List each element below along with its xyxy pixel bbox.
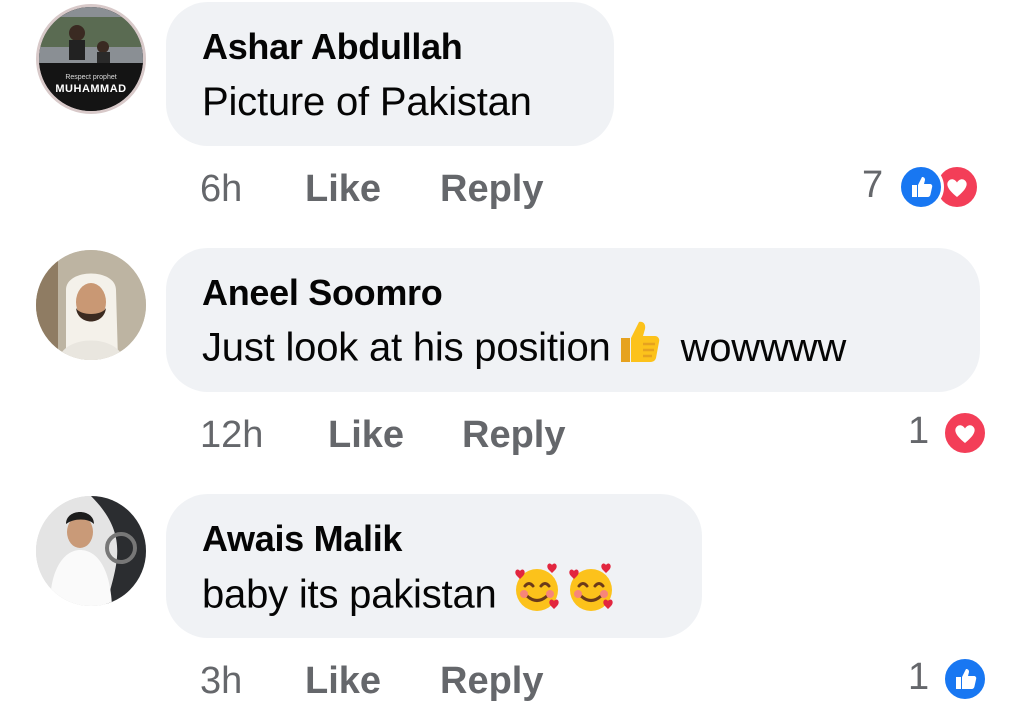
- love-icon: [942, 410, 988, 456]
- avatar-caption-large: MUHAMMAD: [55, 83, 127, 95]
- avatar-image: [36, 496, 146, 606]
- avatar-image: [36, 250, 146, 360]
- comment-text-part-2: wowwww: [680, 325, 847, 370]
- comment-text-part-1: baby its pakistan: [202, 572, 497, 617]
- like-icon: [898, 164, 944, 210]
- comment-bubble[interactable]: Awais Malik baby its pakistan: [166, 494, 702, 638]
- reaction-summary[interactable]: 1: [908, 656, 998, 702]
- comment-author[interactable]: Aneel Soomro: [202, 272, 443, 314]
- comment-time[interactable]: 12h: [200, 414, 263, 457]
- comment-text-part-1: Just look at his position: [202, 325, 611, 370]
- comment-time[interactable]: 3h: [200, 660, 242, 703]
- like-icon: [942, 656, 988, 702]
- avatar[interactable]: Respect prophet MUHAMMAD: [36, 4, 146, 114]
- reaction-count: 7: [862, 164, 884, 206]
- avatar[interactable]: [36, 496, 146, 606]
- comment-bubble[interactable]: Ashar Abdullah Picture of Pakistan: [166, 2, 614, 146]
- comment-author[interactable]: Awais Malik: [202, 518, 402, 560]
- comment-text: Picture of Pakistan: [202, 80, 532, 124]
- reaction-count: 1: [908, 410, 930, 452]
- comment-time[interactable]: 6h: [200, 168, 242, 211]
- reaction-summary[interactable]: 1: [908, 410, 998, 456]
- like-button[interactable]: Like: [328, 414, 404, 457]
- smiling-face-with-hearts-emoji: [511, 562, 563, 624]
- avatar-caption-small: Respect prophet: [65, 74, 117, 81]
- reaction-count: 1: [908, 656, 930, 698]
- reply-button[interactable]: Reply: [440, 660, 543, 703]
- reply-button[interactable]: Reply: [440, 168, 543, 211]
- comment-bubble[interactable]: Aneel Soomro Just look at his position w…: [166, 248, 980, 392]
- like-button[interactable]: Like: [305, 660, 381, 703]
- comment-author[interactable]: Ashar Abdullah: [202, 26, 463, 68]
- thumbs-up-emoji: [615, 316, 661, 376]
- comment-text: baby its pakistan: [202, 563, 617, 624]
- like-button[interactable]: Like: [305, 168, 381, 211]
- smiling-face-with-hearts-emoji: [565, 562, 617, 624]
- avatar[interactable]: [36, 250, 146, 360]
- reaction-summary[interactable]: 7: [862, 164, 992, 210]
- avatar-image: [39, 7, 143, 111]
- reply-button[interactable]: Reply: [462, 414, 565, 457]
- comment-text: Just look at his position wowwww: [202, 321, 847, 376]
